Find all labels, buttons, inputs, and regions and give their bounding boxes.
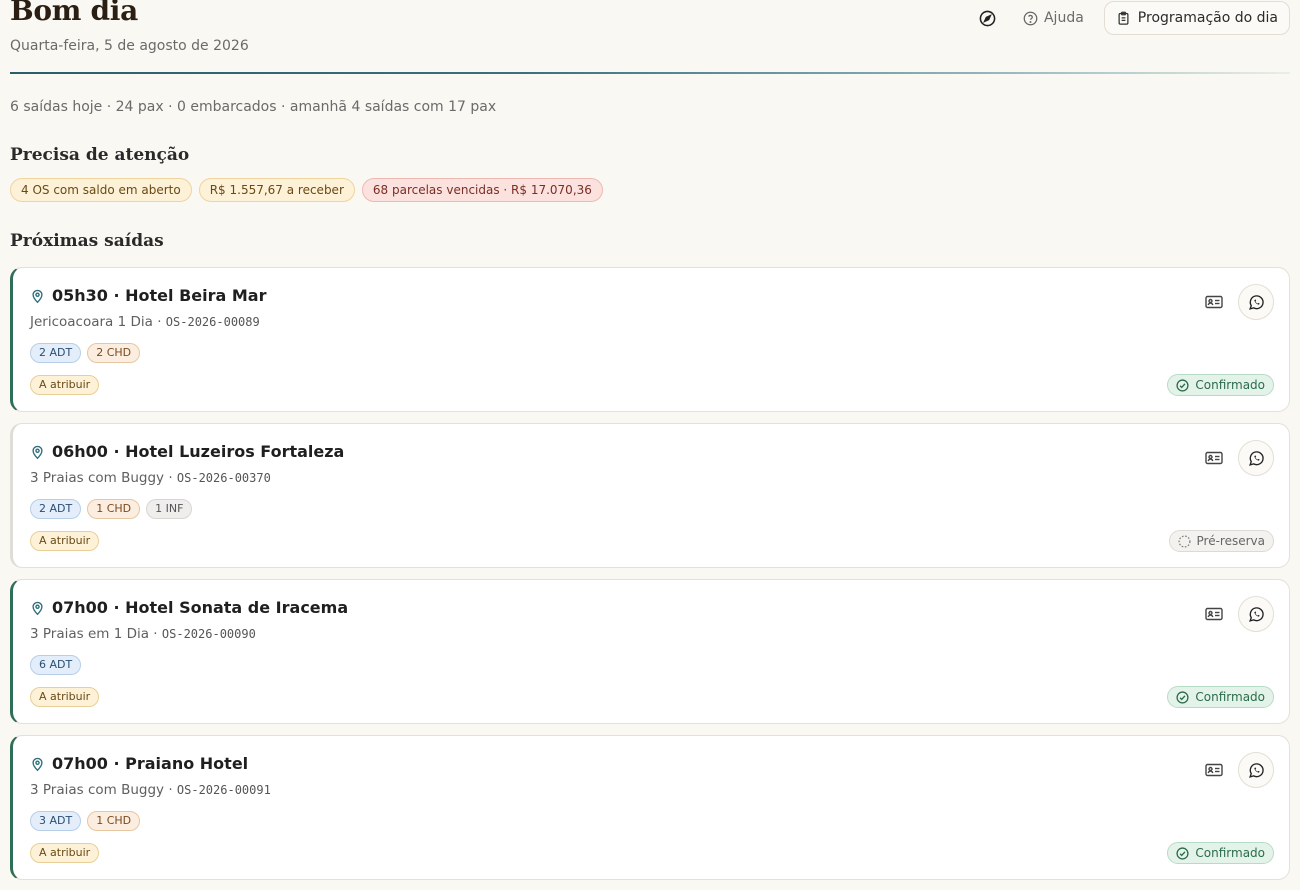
alert-overdue-installments[interactable]: 68 parcelas vencidas · R$ 17.070,36 — [361, 178, 603, 202]
departure-card[interactable]: 05h30 · Hotel Beira Mar Jericoacoara 1 D… — [10, 267, 1290, 412]
pax-list: 2 ADT 2 CHD — [30, 343, 146, 363]
pax-adult-chip: 3 ADT — [30, 811, 82, 831]
status-label: Pré-reserva — [1196, 534, 1265, 548]
pax-child-chip: 2 CHD — [87, 343, 141, 363]
assign-badge[interactable]: A atribuir — [30, 531, 100, 551]
alert-open-balance[interactable]: 4 OS com saldo em aberto — [10, 178, 192, 202]
map-pin-icon — [32, 445, 43, 459]
map-pin-icon — [32, 757, 43, 771]
pax-list: 6 ADT — [30, 655, 87, 675]
whatsapp-button[interactable] — [1238, 596, 1274, 632]
departure-heading: 07h00 · Hotel Sonata de Iracema — [30, 598, 348, 617]
check-circle-icon — [1176, 846, 1189, 860]
id-card-icon[interactable] — [1205, 295, 1223, 309]
card-actions — [1205, 752, 1274, 788]
departure-heading: 05h30 · Hotel Beira Mar — [30, 286, 266, 305]
departure-subtitle: Jericoacoara 1 Dia · OS-2026-00089 — [30, 314, 260, 330]
departures-title: Próximas saídas — [10, 231, 164, 251]
order-code: OS-2026-00370 — [176, 471, 271, 485]
help-button[interactable]: Ajuda — [1023, 10, 1084, 26]
status-badge: Confirmado — [1167, 374, 1274, 396]
pax-list: 2 ADT 1 CHD 1 INF — [30, 499, 198, 519]
help-label: Ajuda — [1043, 10, 1084, 26]
daily-summary: 6 saídas hoje · 24 pax · 0 embarcados · … — [10, 99, 497, 115]
schedule-label: Programação do dia — [1137, 10, 1278, 26]
pax-adult-chip: 2 ADT — [30, 499, 82, 519]
pax-infant-chip: 1 INF — [146, 499, 193, 519]
tour-name: Jericoacoara 1 Dia — [30, 314, 153, 330]
current-date: Quarta-feira, 5 de agosto de 2026 — [10, 38, 249, 54]
compass-icon[interactable] — [975, 5, 1001, 31]
status-label: Confirmado — [1195, 846, 1265, 860]
map-pin-icon — [32, 289, 43, 303]
whatsapp-button[interactable] — [1238, 440, 1274, 476]
pax-adult-chip: 6 ADT — [30, 655, 82, 675]
assign-badge[interactable]: A atribuir — [30, 843, 100, 863]
departure-card[interactable]: 06h00 · Hotel Luzeiros Fortaleza 3 Praia… — [10, 423, 1290, 568]
check-circle-icon — [1176, 378, 1189, 392]
tour-name: 3 Praias com Buggy — [30, 470, 165, 486]
departure-title: 06h00 · Hotel Luzeiros Fortaleza — [52, 442, 345, 461]
status-badge: Pré-reserva — [1168, 530, 1274, 552]
attention-title: Precisa de atenção — [10, 145, 190, 165]
attention-alerts: 4 OS com saldo em aberto R$ 1.557,67 a r… — [10, 178, 610, 202]
id-card-icon[interactable] — [1205, 607, 1223, 621]
departure-subtitle: 3 Praias em 1 Dia · OS-2026-00090 — [30, 626, 256, 642]
assign-badge[interactable]: A atribuir — [30, 375, 100, 395]
departure-subtitle: 3 Praias com Buggy · OS-2026-00091 — [30, 782, 271, 798]
schedule-button[interactable]: Programação do dia — [1103, 1, 1290, 35]
map-pin-icon — [32, 601, 43, 615]
dashed-circle-icon — [1178, 534, 1191, 548]
departure-card[interactable]: 07h00 · Praiano Hotel 3 Praias com Buggy… — [10, 735, 1290, 880]
order-code: OS-2026-00091 — [176, 783, 271, 797]
whatsapp-icon — [1248, 762, 1264, 778]
pax-child-chip: 1 CHD — [87, 811, 141, 831]
whatsapp-icon — [1248, 294, 1264, 310]
whatsapp-button[interactable] — [1238, 284, 1274, 320]
greeting-title: Bom dia — [10, 0, 138, 27]
status-badge: Confirmado — [1167, 842, 1274, 864]
help-circle-icon — [1023, 11, 1038, 25]
departure-title: 07h00 · Hotel Sonata de Iracema — [52, 598, 349, 617]
tour-name: 3 Praias com Buggy — [30, 782, 165, 798]
clipboard-icon — [1118, 11, 1129, 25]
whatsapp-icon — [1248, 606, 1264, 622]
status-label: Confirmado — [1195, 378, 1265, 392]
tour-name: 3 Praias em 1 Dia — [30, 626, 150, 642]
order-code: OS-2026-00090 — [161, 627, 256, 641]
status-badge: Confirmado — [1167, 686, 1274, 708]
departure-heading: 07h00 · Praiano Hotel — [30, 754, 248, 773]
card-actions — [1205, 440, 1274, 476]
departure-title: 05h30 · Hotel Beira Mar — [52, 286, 267, 305]
check-circle-icon — [1176, 690, 1189, 704]
id-card-icon[interactable] — [1205, 763, 1223, 777]
pax-adult-chip: 2 ADT — [30, 343, 82, 363]
alert-receivable[interactable]: R$ 1.557,67 a receber — [198, 178, 355, 202]
whatsapp-icon — [1248, 450, 1264, 466]
id-card-icon[interactable] — [1205, 451, 1223, 465]
pax-list: 3 ADT 1 CHD — [30, 811, 146, 831]
assign-badge[interactable]: A atribuir — [30, 687, 100, 707]
departure-card[interactable]: 07h00 · Hotel Sonata de Iracema 3 Praias… — [10, 579, 1290, 724]
departure-title: 07h00 · Praiano Hotel — [52, 754, 249, 773]
order-code: OS-2026-00089 — [165, 315, 260, 329]
header-actions: Ajuda Programação do dia — [975, 0, 1290, 36]
pax-child-chip: 1 CHD — [87, 499, 141, 519]
header-divider — [10, 72, 1290, 74]
card-actions — [1205, 596, 1274, 632]
departure-subtitle: 3 Praias com Buggy · OS-2026-00370 — [30, 470, 271, 486]
whatsapp-button[interactable] — [1238, 752, 1274, 788]
card-actions — [1205, 284, 1274, 320]
departure-heading: 06h00 · Hotel Luzeiros Fortaleza — [30, 442, 344, 461]
status-label: Confirmado — [1195, 690, 1265, 704]
